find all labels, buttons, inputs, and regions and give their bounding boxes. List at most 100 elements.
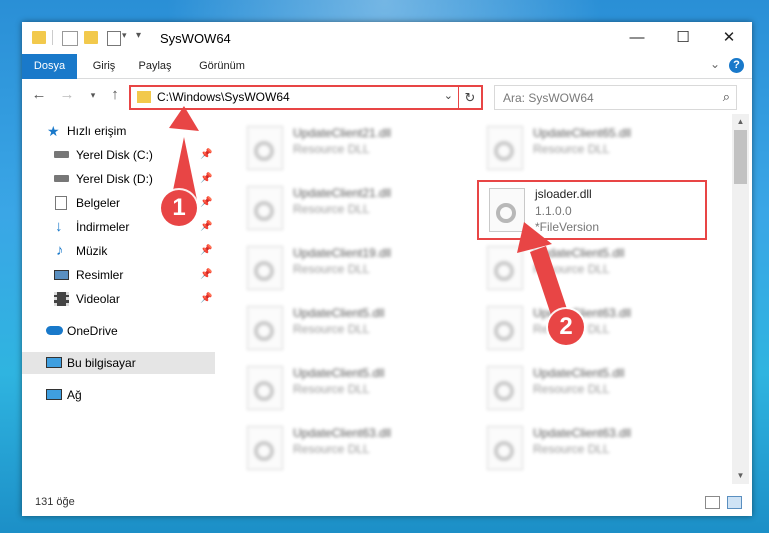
pin-icon[interactable]: 📌 bbox=[200, 240, 212, 262]
search-icon[interactable]: ⌕ bbox=[723, 89, 730, 105]
file-type: Resource DLL bbox=[293, 142, 370, 156]
pictures-icon bbox=[54, 270, 69, 280]
dll-file-icon bbox=[247, 306, 283, 350]
file-version: 1.1.0.0 bbox=[535, 204, 572, 218]
pin-icon[interactable]: 📌 bbox=[200, 144, 212, 166]
scroll-up-icon[interactable]: ▲ bbox=[732, 114, 749, 130]
scroll-down-icon[interactable]: ▼ bbox=[732, 468, 749, 484]
download-icon: ↓ bbox=[55, 218, 63, 235]
recent-locations-icon[interactable]: ▾ bbox=[84, 85, 102, 105]
sidebar-item-label: Müzik bbox=[76, 244, 108, 258]
gear-icon bbox=[494, 261, 514, 281]
large-icons-view-icon[interactable] bbox=[727, 496, 742, 509]
pin-icon[interactable]: 📌 bbox=[200, 264, 212, 286]
chevron-down-icon[interactable]: ▾ bbox=[122, 30, 127, 41]
dll-file-icon bbox=[487, 126, 523, 170]
dll-file-icon bbox=[487, 246, 523, 290]
explorer-window: ▾ ▾ SysWOW64 — ☐ ✕ Dosya Giriş Paylaş Gö… bbox=[22, 22, 752, 516]
refresh-icon[interactable]: ↻ bbox=[458, 87, 481, 108]
sidebar-item-network[interactable]: Ağ bbox=[22, 384, 215, 406]
vertical-scrollbar[interactable]: ▲ ▼ bbox=[732, 114, 749, 484]
file-name: UpdateClient65.dll bbox=[533, 126, 632, 140]
gear-icon bbox=[254, 261, 274, 281]
file-name: UpdateClient5.dll bbox=[533, 246, 625, 260]
sidebar-item-local-disk-d[interactable]: Yerel Disk (D:) 📌 bbox=[22, 168, 215, 190]
file-item[interactable]: UpdateClient63.dll Resource DLL bbox=[237, 422, 457, 474]
dll-file-icon bbox=[247, 126, 283, 170]
sidebar-item-label: Resimler bbox=[76, 268, 124, 282]
sidebar-item-music[interactable]: ♪ Müzik 📌 bbox=[22, 240, 215, 262]
search-box[interactable]: Ara: SysWOW64 ⌕ bbox=[494, 85, 737, 110]
details-view-icon[interactable] bbox=[705, 496, 720, 509]
step-2-badge: 2 bbox=[548, 309, 584, 345]
ribbon-tabs: Dosya Giriş Paylaş Görünüm ⌄ ? bbox=[22, 54, 752, 106]
file-item[interactable]: UpdateClient21.dll Resource DLL bbox=[237, 122, 457, 174]
dll-file-icon bbox=[487, 366, 523, 410]
new-folder-icon[interactable] bbox=[84, 31, 98, 44]
file-item[interactable]: UpdateClient21.dll Resource DLL bbox=[237, 182, 457, 234]
scroll-thumb[interactable] bbox=[734, 130, 747, 184]
address-bar[interactable]: C:\Windows\SysWOW64 ⌄ ↻ bbox=[129, 85, 483, 110]
file-type: Resource DLL bbox=[293, 262, 370, 276]
file-item[interactable]: UpdateClient5.dll Resource DLL bbox=[237, 362, 457, 414]
minimize-button[interactable]: — bbox=[614, 22, 660, 54]
file-name: UpdateClient63.dll bbox=[293, 426, 392, 440]
cloud-icon bbox=[46, 326, 63, 335]
up-arrow-icon[interactable]: ↑ bbox=[106, 85, 124, 105]
gear-icon bbox=[494, 441, 514, 461]
properties-icon[interactable] bbox=[62, 31, 78, 46]
dll-file-icon bbox=[489, 188, 525, 232]
gear-icon bbox=[254, 321, 274, 341]
file-item[interactable]: UpdateClient5.dll Resource DLL bbox=[237, 302, 457, 354]
help-icon[interactable]: ? bbox=[729, 58, 744, 73]
dll-file-icon bbox=[247, 426, 283, 470]
tab-view[interactable]: Görünüm bbox=[192, 54, 252, 78]
address-path[interactable]: C:\Windows\SysWOW64 bbox=[157, 90, 290, 104]
forward-arrow-icon[interactable]: → bbox=[58, 85, 76, 105]
star-icon: ★ bbox=[47, 123, 60, 139]
sidebar-item-label: Yerel Disk (C:) bbox=[76, 148, 153, 162]
pin-icon[interactable]: 📌 bbox=[200, 168, 212, 190]
file-description: *FileVersion bbox=[535, 220, 600, 234]
sidebar-item-local-disk-c[interactable]: Yerel Disk (C:) 📌 bbox=[22, 144, 215, 166]
customize-toolbar-icon[interactable]: ▾ bbox=[136, 30, 141, 41]
file-item[interactable]: UpdateClient63.dll Resource DLL bbox=[477, 302, 697, 354]
file-item[interactable]: UpdateClient19.dll Resource DLL bbox=[237, 242, 457, 294]
expand-ribbon-icon[interactable]: ⌄ bbox=[710, 57, 720, 71]
gear-icon bbox=[496, 203, 516, 223]
quick-access-toolbar-icon[interactable] bbox=[107, 31, 121, 46]
back-arrow-icon[interactable]: ← bbox=[30, 85, 48, 105]
tab-share[interactable]: Paylaş bbox=[132, 54, 178, 78]
navigation-bar: ← → ▾ ↑ C:\Windows\SysWOW64 ⌄ ↻ Ara: Sys… bbox=[22, 79, 752, 113]
dll-file-icon bbox=[247, 366, 283, 410]
chevron-down-icon[interactable]: ⌄ bbox=[444, 89, 453, 102]
sidebar-item-videos[interactable]: Videolar 📌 bbox=[22, 288, 215, 310]
pin-icon[interactable]: 📌 bbox=[200, 192, 212, 214]
pin-icon[interactable]: 📌 bbox=[200, 216, 212, 238]
file-item[interactable]: UpdateClient5.dll Resource DLL bbox=[477, 362, 697, 414]
folder-icon bbox=[32, 31, 46, 44]
tab-home[interactable]: Giriş bbox=[84, 54, 124, 78]
file-type: Resource DLL bbox=[293, 442, 370, 456]
sidebar-item-quick-access[interactable]: ★ Hızlı erişim bbox=[22, 120, 215, 142]
file-item[interactable]: UpdateClient5.dll Resource DLL bbox=[477, 242, 697, 294]
window-title: SysWOW64 bbox=[160, 31, 231, 46]
dll-file-icon bbox=[247, 246, 283, 290]
maximize-button[interactable]: ☐ bbox=[660, 22, 706, 54]
sidebar-item-label: Hızlı erişim bbox=[67, 124, 127, 138]
file-item[interactable]: UpdateClient65.dll Resource DLL bbox=[477, 122, 697, 174]
search-input[interactable]: Ara: SysWOW64 bbox=[503, 91, 594, 105]
file-type: Resource DLL bbox=[533, 442, 610, 456]
file-type: Resource DLL bbox=[293, 322, 370, 336]
sidebar-item-onedrive[interactable]: OneDrive bbox=[22, 320, 215, 342]
close-button[interactable]: ✕ bbox=[706, 22, 752, 54]
gear-icon bbox=[254, 141, 274, 161]
pin-icon[interactable]: 📌 bbox=[200, 288, 212, 310]
sidebar-item-pictures[interactable]: Resimler 📌 bbox=[22, 264, 215, 286]
dll-file-icon bbox=[247, 186, 283, 230]
gear-icon bbox=[494, 381, 514, 401]
sidebar-item-this-pc[interactable]: Bu bilgisayar bbox=[22, 352, 215, 374]
file-type: Resource DLL bbox=[293, 202, 370, 216]
file-item-jsloader[interactable]: jsloader.dll 1.1.0.0 *FileVersion bbox=[477, 180, 707, 240]
file-item[interactable]: UpdateClient63.dll Resource DLL bbox=[477, 422, 697, 474]
